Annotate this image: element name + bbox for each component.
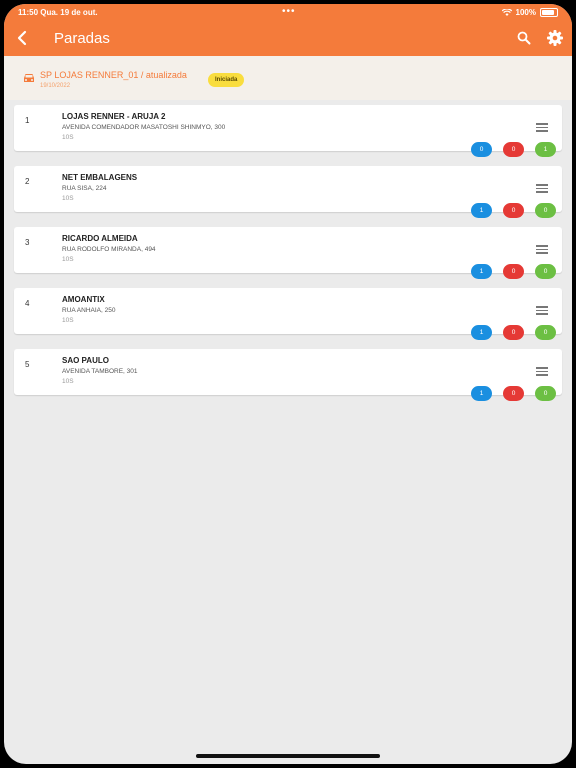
failed-count-badge[interactable]: 0 [503, 203, 524, 218]
failed-count-badge[interactable]: 0 [503, 142, 524, 157]
multitask-dots[interactable]: ••• [282, 6, 296, 17]
drag-handle-icon[interactable] [536, 123, 548, 132]
stop-card[interactable]: 4 AMOANTIX RUA ANHAIA, 250 10S 1 0 0 [14, 288, 562, 340]
drag-handle-icon[interactable] [536, 245, 548, 254]
pending-count-badge[interactable]: 1 [471, 203, 492, 218]
pending-count-badge[interactable]: 1 [471, 325, 492, 340]
done-count-badge[interactable]: 0 [535, 264, 556, 279]
stop-address: RUA ANHAIA, 250 [62, 307, 116, 314]
stop-name: LOJAS RENNER - ARUJA 2 [62, 112, 166, 121]
stop-name: RICARDO ALMEIDA [62, 234, 138, 243]
done-count-badge[interactable]: 1 [535, 142, 556, 157]
car-icon [24, 74, 34, 82]
stop-number: 4 [25, 299, 30, 308]
route-name: SP LOJAS RENNER_01 / atualizada [40, 70, 187, 80]
done-count-badge[interactable]: 0 [535, 386, 556, 401]
stop-number: 2 [25, 177, 30, 186]
stop-number: 5 [25, 360, 30, 369]
stop-number: 3 [25, 238, 30, 247]
done-count-badge[interactable]: 0 [535, 203, 556, 218]
stop-code: 10S [62, 134, 74, 141]
status-time-date: 11:50 Qua. 19 de out. [18, 8, 98, 17]
status-right: 100% [501, 8, 558, 17]
drag-handle-icon[interactable] [536, 184, 548, 193]
route-status-badge[interactable]: Iniciada [208, 73, 245, 87]
stop-name: AMOANTIX [62, 295, 105, 304]
stop-address: RUA SISA, 224 [62, 185, 107, 192]
route-date: 19/10/2022 [40, 83, 71, 89]
stop-card[interactable]: 3 RICARDO ALMEIDA RUA RODOLFO MIRANDA, 4… [14, 227, 562, 279]
pending-count-badge[interactable]: 1 [471, 386, 492, 401]
header-bar: 11:50 Qua. 19 de out. ••• 100% Paradas [4, 4, 572, 56]
stop-address: RUA RODOLFO MIRANDA, 494 [62, 246, 156, 253]
search-icon[interactable] [516, 30, 532, 46]
stop-code: 10S [62, 195, 74, 202]
stop-name: NET EMBALAGENS [62, 173, 138, 182]
route-info-bar: SP LOJAS RENNER_01 / atualizada 19/10/20… [4, 56, 572, 100]
home-indicator[interactable] [196, 754, 380, 758]
stop-address: AVENIDA TAMBORE, 301 [62, 368, 138, 375]
drag-handle-icon[interactable] [536, 306, 548, 315]
stop-card[interactable]: 2 NET EMBALAGENS RUA SISA, 224 10S 1 0 0 [14, 166, 562, 218]
stop-name: SAO PAULO [62, 356, 109, 365]
back-arrow-icon[interactable] [14, 28, 32, 48]
battery-icon [540, 8, 558, 17]
failed-count-badge[interactable]: 0 [503, 325, 524, 340]
done-count-badge[interactable]: 0 [535, 325, 556, 340]
failed-count-badge[interactable]: 0 [503, 264, 524, 279]
stop-code: 10S [62, 256, 74, 263]
stop-number: 1 [25, 116, 30, 125]
stop-card[interactable]: 1 LOJAS RENNER - ARUJA 2 AVENIDA COMENDA… [14, 105, 562, 157]
stop-code: 10S [62, 317, 74, 324]
stop-card[interactable]: 5 SAO PAULO AVENIDA TAMBORE, 301 10S 1 0… [14, 349, 562, 401]
page-title: Paradas [54, 30, 110, 47]
failed-count-badge[interactable]: 0 [503, 386, 524, 401]
wifi-icon [501, 8, 512, 16]
drag-handle-icon[interactable] [536, 367, 548, 376]
stop-address: AVENIDA COMENDADOR MASATOSHI SHINMYO, 30… [62, 124, 226, 131]
stop-code: 10S [62, 378, 74, 385]
pending-count-badge[interactable]: 1 [471, 264, 492, 279]
app-screen: 11:50 Qua. 19 de out. ••• 100% Paradas S… [4, 4, 572, 764]
pending-count-badge[interactable]: 0 [471, 142, 492, 157]
battery-level: 100% [515, 8, 536, 17]
gear-icon[interactable] [546, 29, 564, 47]
